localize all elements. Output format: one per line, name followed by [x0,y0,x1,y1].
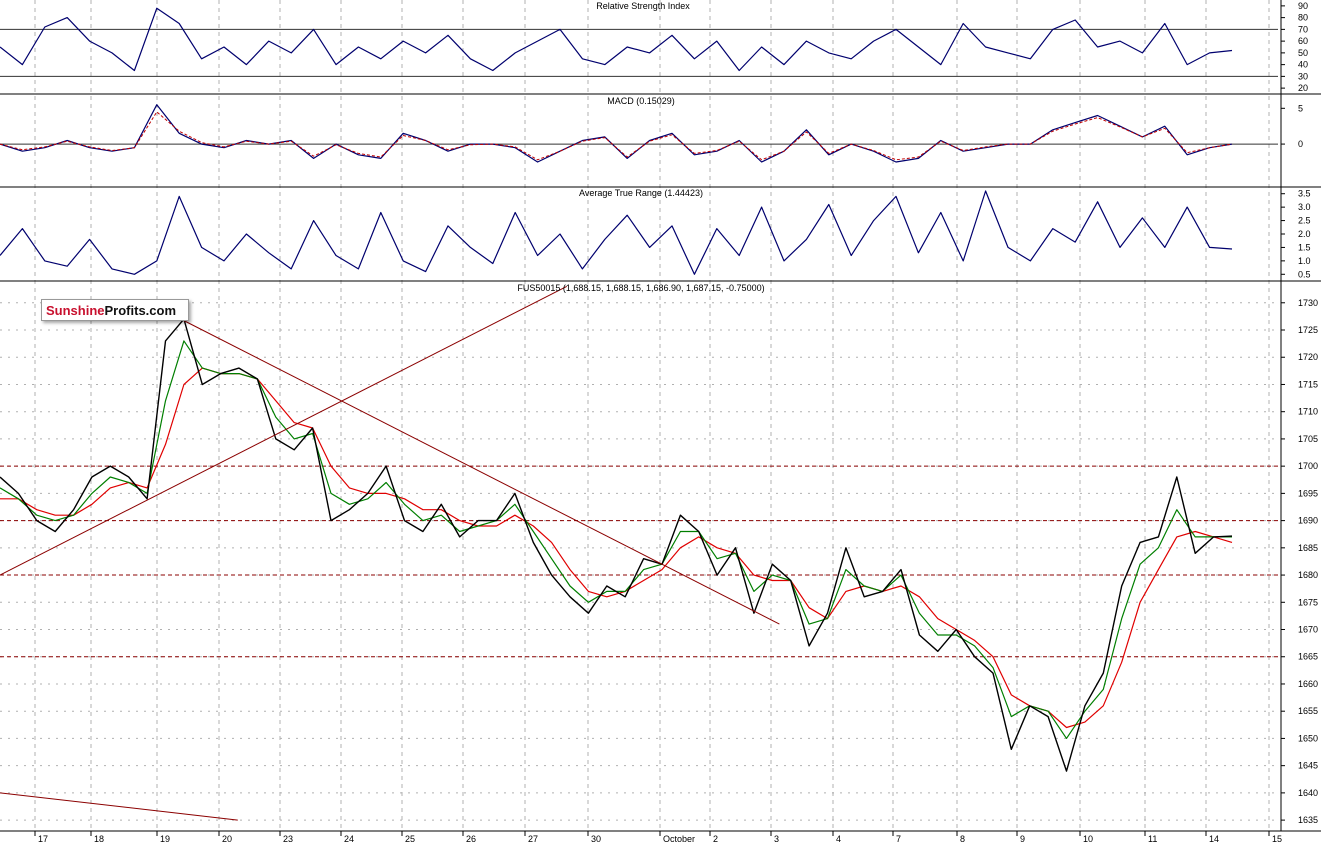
y-tick-label: 1.0 [1298,256,1311,266]
logo-part2: Profits.com [104,303,177,318]
x-tick-label: 7 [896,834,901,844]
sunshine-profits-logo: SunshineProfits.com [41,299,189,321]
x-tick-label: 15 [1272,834,1282,844]
y-tick-label: 20 [1298,83,1308,93]
x-tick-label: 14 [1209,834,1219,844]
x-tick-label: 2 [713,834,718,844]
y-tick-label: 1640 [1298,788,1318,798]
y-tick-label: 1680 [1298,570,1318,580]
x-tick-label: 25 [405,834,415,844]
x-tick-label: 20 [222,834,232,844]
x-tick-label: 17 [38,834,48,844]
x-tick-label: 19 [160,834,170,844]
y-tick-label: 1710 [1298,407,1318,417]
y-tick-label: 1635 [1298,815,1318,825]
x-tick-label: 24 [344,834,354,844]
y-tick-label: 1695 [1298,488,1318,498]
x-tick-label: 23 [283,834,293,844]
x-tick-label: 10 [1083,834,1093,844]
y-tick-label: 0.5 [1298,269,1311,279]
y-tick-label: 2.0 [1298,229,1311,239]
rsi-title: Relative Strength Index [596,1,690,11]
x-tick-label: 11 [1148,834,1157,844]
atr-title: Average True Range (1.44423) [579,188,703,198]
y-tick-label: 2.5 [1298,216,1311,226]
y-tick-label: 0 [1298,139,1303,149]
x-tick-label: 3 [774,834,779,844]
y-tick-label: 1685 [1298,543,1318,553]
y-tick-label: 40 [1298,60,1308,70]
x-tick-label: 27 [528,834,538,844]
macd-title: MACD (0.15029) [607,96,675,106]
y-tick-label: 70 [1298,24,1308,34]
y-tick-label: 1700 [1298,461,1318,471]
x-tick-label: 8 [960,834,965,844]
y-tick-label: 1690 [1298,516,1318,526]
stock-chart: 9080706050403020503.53.02.52.01.51.00.51… [0,0,1321,844]
x-tick-label: 9 [1020,834,1025,844]
y-tick-label: 1670 [1298,625,1318,635]
y-tick-label: 1.5 [1298,242,1311,252]
y-tick-label: 1705 [1298,434,1318,444]
logo-part1: Sunshine [46,303,105,318]
y-tick-label: 60 [1298,36,1308,46]
y-tick-label: 1665 [1298,652,1318,662]
y-tick-label: 80 [1298,13,1308,23]
y-tick-label: 1660 [1298,679,1318,689]
x-tick-label: 4 [836,834,841,844]
chart-background [0,0,1321,844]
x-tick-label: 30 [591,834,601,844]
y-tick-label: 1675 [1298,597,1318,607]
price-title: FUS50015 (1,688.15, 1,688.15, 1,686.90, … [517,283,764,293]
x-tick-label: 26 [466,834,476,844]
y-tick-label: 1725 [1298,325,1318,335]
y-tick-label: 1645 [1298,761,1318,771]
y-tick-label: 1715 [1298,379,1318,389]
y-tick-label: 1730 [1298,298,1318,308]
y-tick-label: 3.5 [1298,189,1311,199]
y-tick-label: 90 [1298,1,1308,11]
y-tick-label: 50 [1298,48,1308,58]
y-tick-label: 1720 [1298,352,1318,362]
y-tick-label: 1655 [1298,706,1318,716]
y-tick-label: 3.0 [1298,202,1311,212]
y-tick-label: 1650 [1298,733,1318,743]
y-tick-label: 30 [1298,71,1308,81]
x-tick-label: 18 [94,834,104,844]
x-tick-label: October [663,834,695,844]
y-tick-label: 5 [1298,103,1303,113]
